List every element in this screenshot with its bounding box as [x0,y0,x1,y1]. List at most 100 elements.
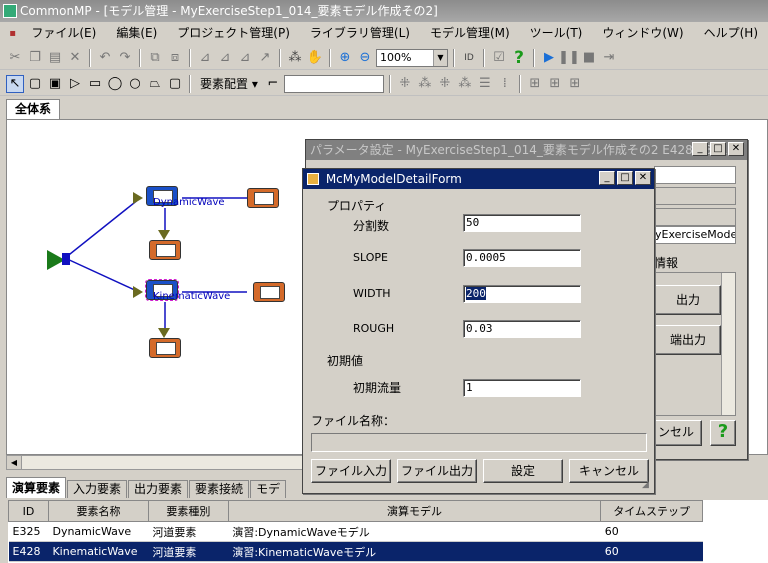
layout-icon-4[interactable]: ⁂ [456,75,474,93]
col-name[interactable]: 要素名称 [47,500,149,522]
redo-icon[interactable]: ↷ [116,49,134,67]
menu-help[interactable]: ヘルプ(H) [694,22,768,44]
copy-icon[interactable]: ❐ [26,49,44,67]
table-row-selected[interactable]: E428 KinematicWave 河道要素 演習:KinematicWave… [8,541,703,562]
tab-input-elements[interactable]: 入力要素 [67,480,128,498]
col-type[interactable]: 要素種別 [147,500,229,522]
step-icon[interactable]: ⇥ [600,49,618,67]
param-input-rough[interactable]: 0.03 [463,320,581,338]
param-input-initial-flow[interactable]: 1 [463,379,581,397]
ellipse-icon[interactable]: ◯ [106,75,124,93]
col-timestep[interactable]: タイムステップ [600,500,703,522]
menu-tool[interactable]: ツール(T) [520,22,593,44]
tab-calc-elements[interactable]: 演算要素 [6,477,67,498]
document-icon[interactable]: ▪ [4,24,21,42]
group-icon[interactable]: ⧉ [146,49,164,67]
square-icon[interactable]: ▢ [26,75,44,93]
rectangle-icon[interactable]: ▭ [86,75,104,93]
layout-icon-6[interactable]: ⁞ [496,75,514,93]
scroll-left-icon[interactable]: ◀ [7,456,22,469]
id-icon[interactable]: ID [460,49,478,67]
placement-field[interactable] [283,74,384,93]
menu-edit[interactable]: 編集(E) [106,22,167,44]
menu-file[interactable]: ファイル(E) [21,22,106,44]
frame-icon-1[interactable]: ⊞ [526,75,544,93]
settings-button[interactable]: 設定 [483,459,563,483]
network-icon[interactable]: ⁂ [286,49,304,67]
layout-icon-5[interactable]: ☰ [476,75,494,93]
trapezoid-icon[interactable]: ⏢ [146,75,164,93]
placement-menu[interactable]: 要素配置 ▾ [196,73,262,95]
help-icon[interactable]: ? [710,420,736,446]
close-icon[interactable]: ✕ [635,171,651,185]
align-center-icon[interactable]: ⊿ [216,49,234,67]
file-output-button[interactable]: ファイル出力 [397,459,477,483]
help-icon[interactable]: ? [510,48,528,68]
zoom-out-icon[interactable]: ⊖ [356,49,374,67]
triangle-icon[interactable]: ▷ [66,75,84,93]
output-node-3[interactable] [253,282,285,302]
rounded-rect-icon[interactable]: ▢ [166,75,184,93]
resize-grip-icon[interactable]: ◢ [642,481,652,491]
param-field-3[interactable] [654,208,736,226]
circle-icon[interactable]: ○ [126,75,144,93]
col-model[interactable]: 演算モデル [227,500,602,522]
pointer-icon[interactable]: ↖ [6,74,24,93]
zoom-select[interactable]: 100% ▼ [376,48,448,67]
canvas-hscroll[interactable]: ◀ [6,455,310,470]
paste-icon[interactable]: ▤ [46,49,64,67]
ungroup-icon[interactable]: ⧈ [166,49,184,67]
green-square-icon[interactable]: ▣ [46,75,64,93]
menu-model[interactable]: モデル管理(M) [420,22,520,44]
minimize-icon[interactable]: _ [692,142,708,156]
tab-overall[interactable]: 全体系 [6,99,61,119]
chevron-down-icon[interactable]: ▼ [433,49,447,66]
maximize-icon[interactable]: □ [710,142,726,156]
table-row[interactable]: E325 DynamicWave 河道要素 演習:DynamicWaveモデル … [8,521,703,542]
align-left-icon[interactable]: ⊿ [196,49,214,67]
output-node-2[interactable] [149,240,181,260]
info-vscroll[interactable] [721,273,735,415]
tab-model[interactable]: モデ [250,480,287,498]
close-icon[interactable]: ✕ [728,142,744,156]
menu-library[interactable]: ライブラリ管理(L) [300,22,420,44]
tab-element-connections[interactable]: 要素接続 [189,480,250,498]
delete-icon[interactable]: ✕ [66,49,84,67]
pause-icon[interactable]: ❚❚ [558,49,580,67]
minimize-icon[interactable]: _ [599,171,615,185]
param-cancel-button[interactable]: ンセル [650,420,702,446]
cut-icon[interactable]: ✂ [6,49,24,67]
param-input-divisions[interactable]: 50 [463,214,581,232]
connect-icon[interactable]: ↗ [256,49,274,67]
layout-icon-2[interactable]: ⁂ [416,75,434,93]
param-field-2[interactable] [654,187,736,205]
end-output-button[interactable]: 端出力 [655,325,721,355]
align-right-icon[interactable]: ⊿ [236,49,254,67]
hand-icon[interactable]: ✋ [306,49,324,67]
output-node-4[interactable] [149,338,181,358]
tab-output-elements[interactable]: 出力要素 [128,480,189,498]
file-name-field[interactable] [311,433,647,452]
zoom-in-icon[interactable]: ⊕ [336,49,354,67]
menu-window[interactable]: ウィンドウ(W) [592,22,693,44]
layout-icon-1[interactable]: ⁜ [396,75,414,93]
file-input-button[interactable]: ファイル入力 [311,459,391,483]
model-name-field[interactable]: yExerciseMode [654,226,736,244]
maximize-icon[interactable]: □ [617,171,633,185]
stop-icon[interactable]: ■ [580,49,598,67]
output-node-1[interactable] [247,188,279,208]
line-icon[interactable]: ⌐ [264,75,282,93]
param-input-slope[interactable]: 0.0005 [463,249,581,267]
frame-icon-3[interactable]: ⊞ [566,75,584,93]
play-icon[interactable]: ▶ [540,49,558,67]
undo-icon[interactable]: ↶ [96,49,114,67]
check-icon[interactable]: ☑ [490,49,508,67]
layout-icon-3[interactable]: ⁜ [436,75,454,93]
param-input-width[interactable]: 200 [463,285,581,303]
output-button[interactable]: 出力 [655,285,721,315]
frame-icon-2[interactable]: ⊞ [546,75,564,93]
col-id[interactable]: ID [8,500,49,522]
cancel-button[interactable]: キャンセル [569,459,649,483]
menu-project[interactable]: プロジェクト管理(P) [167,22,300,44]
param-field-1[interactable] [654,166,736,184]
